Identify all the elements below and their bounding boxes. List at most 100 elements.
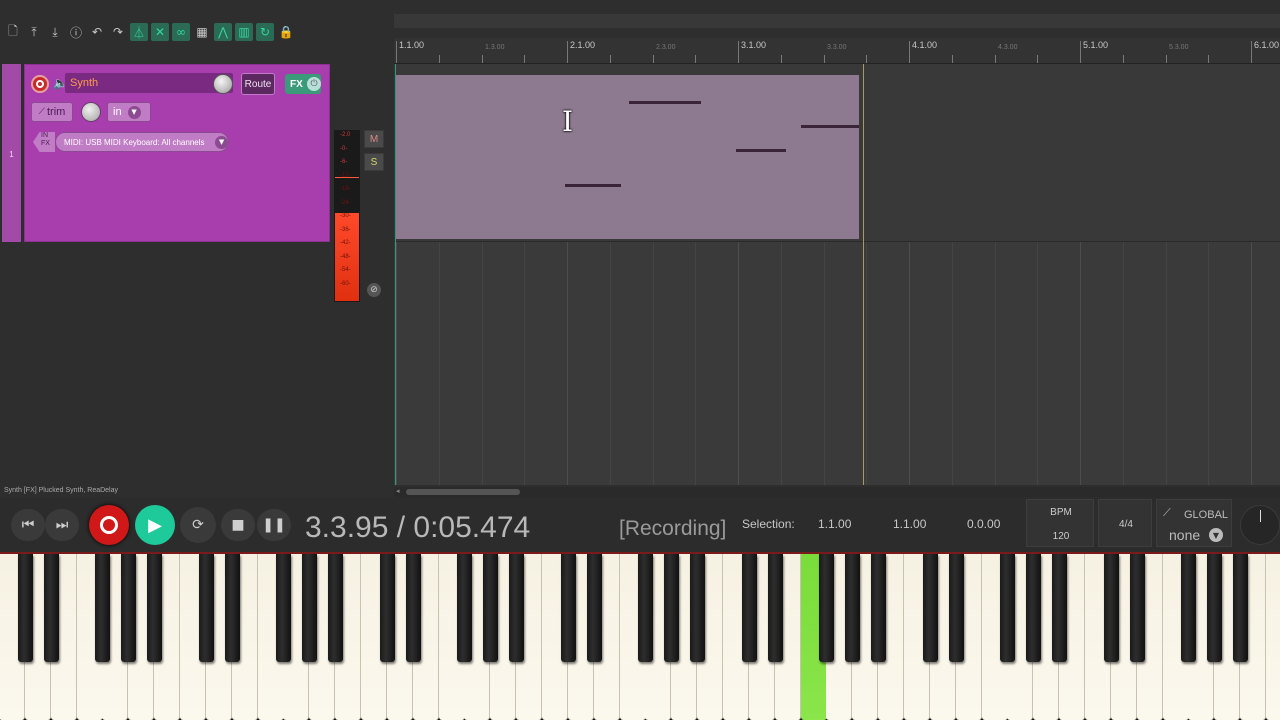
snap-icon[interactable]: ⋀ xyxy=(214,23,232,41)
track-header[interactable]: Synth 🔈 Route FX ⏻ ⟋ trim in ▼ IN FX MID… xyxy=(24,64,330,242)
black-key[interactable] xyxy=(587,554,602,662)
scroll-left-icon[interactable]: ◂ xyxy=(396,487,400,495)
lock-icon[interactable]: 🔒 xyxy=(277,23,295,41)
play-button[interactable]: ▶ xyxy=(135,505,175,545)
selection-end[interactable]: 1.1.00 xyxy=(893,517,926,531)
black-key[interactable] xyxy=(923,554,938,662)
black-key[interactable] xyxy=(199,554,214,662)
selection-start[interactable]: 1.1.00 xyxy=(818,517,851,531)
midi-input-selector[interactable]: MIDI: USB MIDI Keyboard: All channels ▼ xyxy=(55,132,229,152)
record-arm-button[interactable] xyxy=(31,75,49,93)
mute-button[interactable]: M xyxy=(364,130,384,148)
grid-lines-icon[interactable]: ▥ xyxy=(235,23,253,41)
arrange-view[interactable]: I xyxy=(394,64,1280,485)
time-signature-box[interactable]: 4/4 xyxy=(1098,499,1152,547)
black-key[interactable] xyxy=(871,554,886,662)
track-name-field[interactable]: Synth xyxy=(65,73,233,93)
black-key[interactable] xyxy=(949,554,964,662)
stop-button[interactable]: ■ xyxy=(221,509,255,541)
global-automation-value[interactable]: none xyxy=(1169,527,1200,543)
white-key-49[interactable] xyxy=(1266,554,1280,720)
black-key[interactable] xyxy=(328,554,343,662)
black-key[interactable] xyxy=(18,554,33,662)
open-icon[interactable]: ⤒ xyxy=(25,23,43,41)
link-icon[interactable]: ∞ xyxy=(172,23,190,41)
midi-note[interactable] xyxy=(801,125,859,128)
metronome-icon[interactable]: ⏃ xyxy=(130,23,148,41)
black-key[interactable] xyxy=(1000,554,1015,662)
midi-note[interactable] xyxy=(565,184,621,187)
black-key[interactable] xyxy=(690,554,705,662)
black-key[interactable] xyxy=(509,554,524,662)
black-key[interactable] xyxy=(483,554,498,662)
virtual-keyboard[interactable] xyxy=(0,552,1280,720)
info-icon[interactable]: ⓘ xyxy=(67,23,85,41)
black-key[interactable] xyxy=(1104,554,1119,662)
playhead[interactable] xyxy=(863,64,864,485)
solo-button[interactable]: S xyxy=(364,153,384,171)
black-key[interactable] xyxy=(302,554,317,662)
black-key[interactable] xyxy=(638,554,653,662)
black-key[interactable] xyxy=(1181,554,1196,662)
black-key[interactable] xyxy=(768,554,783,662)
phase-invert-icon[interactable]: ⊘ xyxy=(367,283,381,297)
region-marker-strip[interactable] xyxy=(394,14,1280,28)
redo-icon[interactable]: ↷ xyxy=(109,23,127,41)
go-to-end-button[interactable]: ⏭ xyxy=(45,509,79,541)
midi-note[interactable] xyxy=(736,149,786,152)
loop-button[interactable]: ⟳ xyxy=(180,507,216,543)
horizontal-scrollbar[interactable]: ◂ xyxy=(394,487,1280,497)
black-key[interactable] xyxy=(1026,554,1041,662)
track-number-strip[interactable]: 1 xyxy=(2,64,21,242)
master-volume-knob[interactable] xyxy=(1240,505,1280,545)
black-key[interactable] xyxy=(95,554,110,662)
save-icon[interactable]: ⤓ xyxy=(46,23,64,41)
black-key[interactable] xyxy=(845,554,860,662)
midi-item[interactable] xyxy=(396,75,859,239)
black-key[interactable] xyxy=(1052,554,1067,662)
black-key[interactable] xyxy=(406,554,421,662)
bpm-value[interactable]: 120 xyxy=(1027,531,1095,542)
chevron-down-icon[interactable]: ▼ xyxy=(1209,528,1223,542)
black-key[interactable] xyxy=(225,554,240,662)
volume-knob[interactable] xyxy=(213,74,233,94)
loop-icon[interactable]: ↻ xyxy=(256,23,274,41)
time-signature[interactable]: 4/4 xyxy=(1099,519,1153,530)
black-key[interactable] xyxy=(380,554,395,662)
chevron-down-icon[interactable]: ▼ xyxy=(215,135,228,149)
track-meter[interactable]: -2.0 -0- -6- -12- -18- -24- -30- -36- -42- -48- -5… xyxy=(334,130,360,302)
black-key[interactable] xyxy=(121,554,136,662)
black-key[interactable] xyxy=(819,554,834,662)
fx-bypass-icon[interactable]: ⏻ xyxy=(307,77,321,91)
go-to-start-button[interactable]: ⏮ xyxy=(11,509,45,541)
undo-icon[interactable]: ↶ xyxy=(88,23,106,41)
route-button[interactable]: Route xyxy=(241,73,275,95)
automation-mode-button[interactable]: ⟋ trim xyxy=(31,102,73,122)
pan-knob[interactable] xyxy=(81,102,101,122)
black-key[interactable] xyxy=(742,554,757,662)
black-key[interactable] xyxy=(276,554,291,662)
black-key[interactable] xyxy=(664,554,679,662)
black-key[interactable] xyxy=(457,554,472,662)
black-key[interactable] xyxy=(1130,554,1145,662)
black-key[interactable] xyxy=(561,554,576,662)
black-key[interactable] xyxy=(1233,554,1248,662)
automation-override-box[interactable]: ⟋ GLOBAL none ▼ xyxy=(1156,499,1232,547)
black-key[interactable] xyxy=(1207,554,1222,662)
tempo-box[interactable]: BPM 120 xyxy=(1026,499,1094,547)
scrollbar-thumb[interactable] xyxy=(406,489,520,495)
input-monitor-button[interactable]: in ▼ xyxy=(107,102,151,122)
speaker-icon[interactable]: 🔈 xyxy=(53,76,68,90)
time-display[interactable]: 3.3.95 / 0:05.474 xyxy=(305,511,530,545)
pause-button[interactable]: ❚❚ xyxy=(257,509,291,541)
ripple-icon[interactable]: ✕ xyxy=(151,23,169,41)
midi-note[interactable] xyxy=(629,101,701,104)
black-key[interactable] xyxy=(147,554,162,662)
timeline-ruler[interactable]: 1.1.00 2.1.00 3.1.00 4.1.00 5.1.00 6.1.00 1.3.… xyxy=(394,38,1280,64)
grid-icon[interactable]: ▦ xyxy=(193,23,211,41)
chevron-down-icon[interactable]: ▼ xyxy=(127,105,141,119)
track-lane[interactable] xyxy=(394,64,1280,242)
record-button[interactable] xyxy=(89,505,129,545)
fx-button[interactable]: FX ⏻ xyxy=(285,74,321,94)
selection-length[interactable]: 0.0.00 xyxy=(967,517,1000,531)
